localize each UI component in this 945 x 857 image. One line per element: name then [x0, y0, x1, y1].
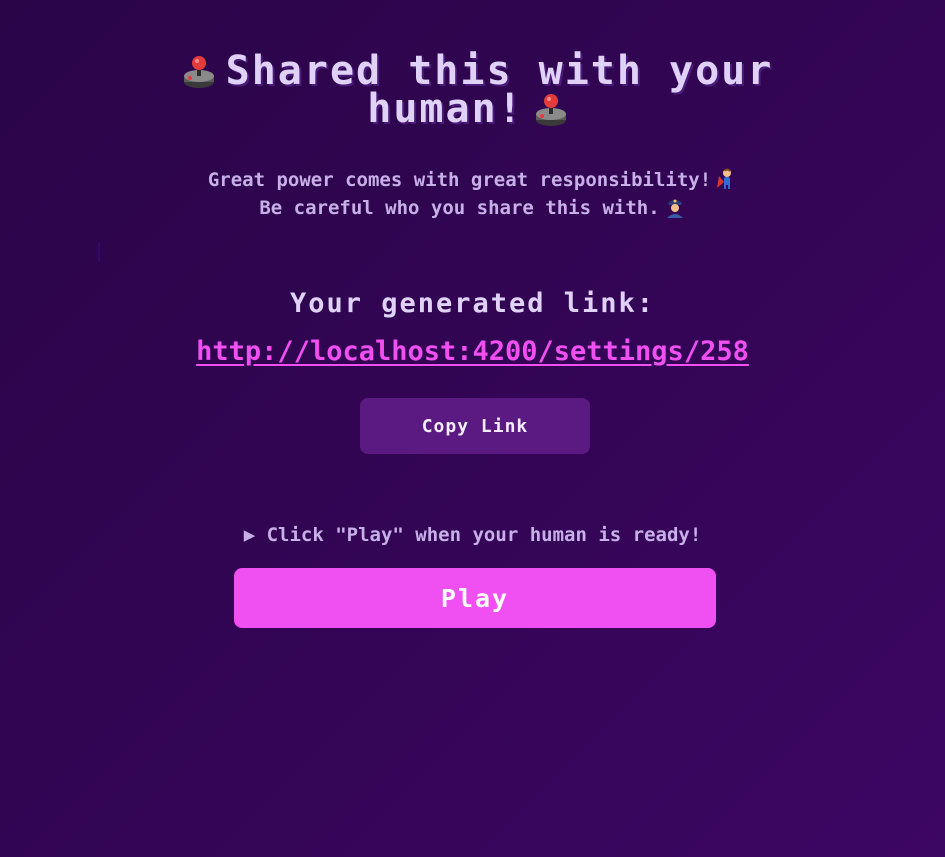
play-button[interactable]: Play — [234, 568, 716, 628]
subtitle: Great power comes with great responsibil… — [100, 166, 845, 222]
superhero-icon — [715, 168, 737, 190]
play-hint: ▶ Click "Play" when your human is ready! — [243, 524, 702, 546]
subtitle-line-2: Be careful who you share this with. — [259, 197, 660, 219]
title-line-2: human! — [367, 86, 524, 132]
subtitle-line-1: Great power comes with great responsibil… — [207, 169, 712, 191]
joystick-icon — [534, 92, 568, 128]
generated-link[interactable]: http://localhost:4200/settings/258 — [100, 336, 845, 367]
joystick-icon — [182, 54, 216, 90]
police-officer-icon — [664, 196, 686, 218]
generated-link-label: Your generated link: — [289, 288, 656, 319]
share-page: Shared this with your human! Great power… — [0, 0, 945, 857]
copy-link-button[interactable]: Copy Link — [360, 398, 590, 454]
divider-mark — [98, 242, 100, 262]
page-title: Shared this with your human! — [100, 51, 845, 129]
